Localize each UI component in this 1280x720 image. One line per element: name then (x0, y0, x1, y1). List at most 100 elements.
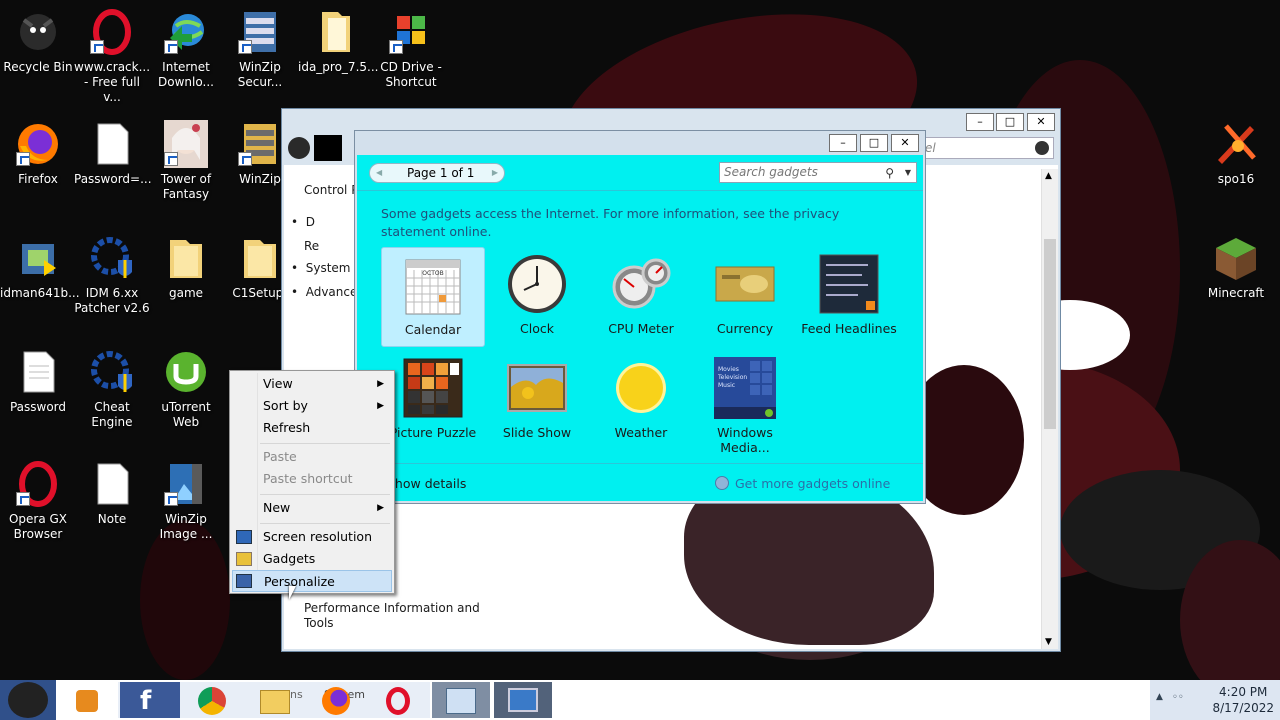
scroll-up-arrow-icon[interactable]: ▲ (1045, 171, 1052, 181)
personalize-icon (236, 574, 252, 588)
cp-link-control-panel[interactable]: Control P (304, 183, 358, 197)
windows-logo-icon (387, 8, 435, 56)
gadget-feed-headlines[interactable]: Feed Headlines (797, 247, 901, 347)
submenu-arrow-icon: ▶ (377, 379, 384, 389)
desktop-icon-note[interactable]: Note (74, 460, 150, 527)
network-icon[interactable]: ◦◦ (1172, 692, 1184, 703)
gadget-currency[interactable]: Currency (693, 247, 797, 347)
game-character-icon (162, 120, 210, 168)
desktop-icon-winzip-image[interactable]: WinZip Image ... (148, 460, 224, 542)
menu-item-gadgets[interactable]: Gadgets (232, 548, 392, 570)
folder-icon (236, 234, 284, 282)
mouse-cursor-icon (289, 586, 296, 600)
search-dropdown-icon[interactable]: ▼ (905, 163, 911, 182)
menu-item-personalize[interactable]: Personalize (232, 570, 392, 592)
get-more-gadgets-link[interactable]: Get more gadgets online (715, 476, 890, 491)
minimize-button[interactable]: – (966, 113, 994, 131)
settings-icon[interactable] (1035, 141, 1049, 155)
gadget-label-feed-headlines: Feed Headlines (801, 321, 897, 336)
taskbar-firefox[interactable] (308, 682, 366, 718)
gadget-windows-media[interactable]: Movies Television Music Windows Media... (693, 351, 797, 455)
gadget-weather[interactable]: Weather (589, 351, 693, 451)
search-icon[interactable]: ⚲ (885, 164, 894, 183)
taskbar-gadgets[interactable] (494, 682, 552, 718)
next-page-icon[interactable]: ▶ (492, 164, 498, 182)
gadget-label-weather: Weather (614, 425, 668, 440)
search-gadgets-input[interactable]: Search gadgets ⚲ ▼ (719, 162, 917, 183)
gadgets-icon (236, 552, 252, 566)
menu-item-paste-shortcut: Paste shortcut (263, 471, 353, 486)
cp-link-system[interactable]: • System (291, 261, 350, 275)
menu-item-screen-resolution[interactable]: Screen resolution (232, 526, 392, 548)
menu-separator (260, 523, 390, 524)
taskbar-opera[interactable] (370, 682, 428, 718)
maximize-button[interactable]: □ (996, 113, 1024, 131)
cp-link-performance[interactable]: Performance Information and Tools (304, 601, 480, 631)
privacy-notice-link[interactable]: Some gadgets access the Internet. For mo… (381, 205, 901, 241)
menu-item-view[interactable]: View ▶ (232, 373, 392, 395)
gadgets-minimize-button[interactable]: – (829, 134, 857, 152)
scrollbar-thumb[interactable] (1044, 239, 1056, 429)
desktop-icon-firefox[interactable]: Firefox (0, 120, 76, 187)
clock-date: 8/17/2022 (1212, 701, 1274, 715)
show-details-toggle[interactable]: Show details (371, 476, 467, 491)
tray-clock[interactable]: 4:20 PM 8/17/2022 (1212, 684, 1274, 716)
taskbar-file-explorer[interactable] (246, 682, 304, 718)
desktop-icon-cheat-engine[interactable]: Cheat Engine (74, 348, 150, 430)
menu-item-new[interactable]: New ▶ (232, 497, 392, 519)
desktop-icon-password-file[interactable]: Password=... (74, 120, 152, 187)
desktop-icon-ida-pro[interactable]: ida_pro_7.5... (298, 8, 378, 75)
prev-page-icon[interactable]: ◀ (376, 164, 382, 182)
show-details-label: Show details (387, 476, 467, 491)
search-field[interactable]: el (922, 137, 1054, 159)
taskbar-control-panel[interactable] (432, 682, 490, 718)
desktop-icon-opera-gx[interactable]: Opera GX Browser (0, 460, 76, 542)
control-panel-icon (446, 688, 476, 714)
desktop-icon-password[interactable]: Password (0, 348, 76, 415)
cp-link-2[interactable]: Re (304, 239, 319, 253)
folder-icon (162, 234, 210, 282)
firefox-icon (14, 120, 62, 168)
gadgets-close-button[interactable]: ✕ (891, 134, 919, 152)
close-button[interactable]: ✕ (1027, 113, 1055, 131)
desktop-icon-spo16[interactable]: spo16 (1198, 120, 1274, 187)
desktop-icon-idm-patcher[interactable]: IDM 6.xx Patcher v2.6 (74, 234, 150, 316)
taskbar-facebook[interactable]: f (120, 682, 180, 718)
folder-icon (260, 690, 290, 714)
desktop-icon-winzip-secure[interactable]: WinZip Secur... (222, 8, 298, 90)
opera-icon (88, 8, 136, 56)
gadgets-maximize-button[interactable]: □ (860, 134, 888, 152)
media-line-1: Movies (718, 366, 739, 373)
desktop-icon-cd-drive[interactable]: CD Drive - Shortcut (373, 8, 449, 90)
media-line-3: Music (718, 382, 735, 389)
weather-sun-icon (610, 357, 672, 419)
gadget-slide-show[interactable]: Slide Show (485, 351, 589, 451)
menu-item-refresh[interactable]: Refresh (232, 417, 392, 439)
gadget-picture-puzzle[interactable]: Picture Puzzle (381, 351, 485, 451)
monitor-icon (236, 530, 252, 544)
chrome-icon (198, 687, 226, 715)
gadgets-body: ◀ Page 1 of 1 ▶ Search gadgets ⚲ ▼ Some … (357, 155, 923, 501)
desktop-icon-game-folder[interactable]: game (148, 234, 224, 301)
show-hidden-icons[interactable]: ▲ (1156, 692, 1163, 702)
scroll-down-arrow-icon[interactable]: ▼ (1045, 637, 1052, 647)
gadget-cpu-meter[interactable]: CPU Meter (589, 247, 693, 347)
gadget-calendar[interactable]: OCTOB Calendar (381, 247, 485, 347)
taskbar-chrome[interactable] (184, 682, 242, 718)
taskbar-media-player[interactable] (58, 682, 116, 718)
control-panel-scrollbar[interactable]: ▲ ▼ (1041, 169, 1058, 649)
desktop-icon-idman[interactable]: idman641b... (0, 234, 80, 301)
desktop-icon-crack-site[interactable]: www.crack... - Free full v... (74, 8, 150, 105)
gadget-label-calendar: Calendar (404, 322, 462, 337)
menu-item-sort-by[interactable]: Sort by ▶ (232, 395, 392, 417)
desktop-icon-tower-of-fantasy[interactable]: Tower of Fantasy (148, 120, 224, 202)
cp-link-advanced[interactable]: • Advance (291, 285, 357, 299)
gadget-clock[interactable]: Clock (485, 247, 589, 347)
start-button[interactable] (0, 680, 56, 720)
cp-link-1[interactable]: • D (291, 215, 315, 229)
desktop-icon-internet-download[interactable]: Internet Downlo... (148, 8, 224, 90)
desktop-icon-recycle-bin[interactable]: Recycle Bin (0, 8, 76, 75)
desktop-icon-utorrent[interactable]: uTorrent Web (148, 348, 224, 430)
gadgets-window: – □ ✕ ◀ Page 1 of 1 ▶ Search gadgets ⚲ ▼… (354, 130, 926, 504)
desktop-icon-minecraft[interactable]: Minecraft (1198, 234, 1274, 301)
